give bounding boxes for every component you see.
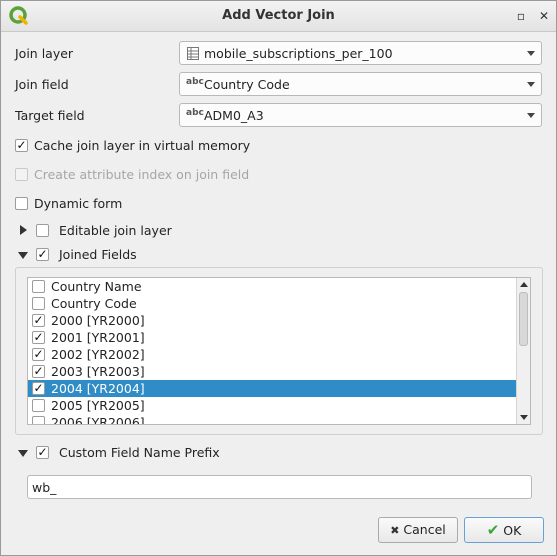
list-item[interactable]: Country Name xyxy=(28,278,518,295)
join-layer-value: mobile_subscriptions_per_100 xyxy=(204,46,393,61)
list-item-checkbox[interactable] xyxy=(32,399,45,412)
list-item-label: 2005 [YR2005] xyxy=(51,398,145,413)
editable-join-label: Editable join layer xyxy=(59,223,172,238)
joined-fields-checkbox[interactable]: ✓ xyxy=(36,248,49,261)
cancel-button[interactable]: ✖ Cancel xyxy=(378,517,458,543)
custom-prefix-label: Custom Field Name Prefix xyxy=(59,445,220,460)
list-item-label: 2000 [YR2000] xyxy=(51,313,145,328)
join-field-value: Country Code xyxy=(204,77,290,92)
chevron-down-icon xyxy=(527,113,535,118)
list-item[interactable]: 2005 [YR2005] xyxy=(28,397,518,414)
list-item-checkbox[interactable] xyxy=(32,297,45,310)
scroll-down-icon[interactable] xyxy=(520,415,528,420)
maximize-icon[interactable]: ▫ xyxy=(512,7,530,25)
editable-join-checkbox[interactable] xyxy=(36,224,49,237)
target-field-label: Target field xyxy=(15,108,85,123)
join-layer-select[interactable]: mobile_subscriptions_per_100 xyxy=(179,41,542,65)
list-item-checkbox[interactable]: ✓ xyxy=(32,348,45,361)
list-item-checkbox[interactable]: ✓ xyxy=(32,314,45,327)
list-item-checkbox[interactable]: ✓ xyxy=(32,382,45,395)
prefix-input[interactable] xyxy=(27,475,532,499)
list-item-checkbox[interactable]: ✓ xyxy=(32,331,45,344)
list-item[interactable]: ✓ 2003 [YR2003] xyxy=(28,363,518,380)
list-scrollbar[interactable] xyxy=(516,278,530,424)
scroll-thumb[interactable] xyxy=(519,292,528,346)
list-item[interactable]: Country Code xyxy=(28,295,518,312)
ok-button-label: OK xyxy=(503,523,522,538)
add-vector-join-dialog: Add Vector Join ▫ ✕ Join layer mobile_su… xyxy=(0,0,557,556)
list-item[interactable]: ✓ 2000 [YR2000] xyxy=(28,312,518,329)
create-index-label: Create attribute index on join field xyxy=(34,167,250,182)
join-field-label: Join field xyxy=(15,77,69,92)
joined-fields-list[interactable]: Country Name Country Code ✓ 2000 [YR2000] ✓ 2… xyxy=(27,277,531,425)
expand-arrow-icon[interactable] xyxy=(20,225,27,235)
list-item-label: 2001 [YR2001] xyxy=(51,330,145,345)
ok-button[interactable]: ✔ OK xyxy=(464,517,544,543)
checkmark-icon: ✔ xyxy=(486,521,500,539)
list-item[interactable]: ✓ 2001 [YR2001] xyxy=(28,329,518,346)
list-item-label: 2006 [YR2006] xyxy=(51,415,145,425)
text-type-icon: abc xyxy=(186,77,204,87)
list-item-checkbox[interactable] xyxy=(32,280,45,293)
scroll-up-icon[interactable] xyxy=(520,282,528,287)
table-layer-icon xyxy=(187,47,199,60)
window-title: Add Vector Join xyxy=(222,8,335,23)
chevron-down-icon xyxy=(527,82,535,87)
text-type-icon: abc xyxy=(186,108,204,118)
join-layer-label: Join layer xyxy=(15,46,74,61)
list-item-checkbox[interactable] xyxy=(32,416,45,424)
list-item[interactable]: 2006 [YR2006] xyxy=(28,414,518,425)
cancel-x-icon: ✖ xyxy=(390,524,400,537)
join-field-select[interactable]: abc Country Code xyxy=(179,72,542,96)
cache-join-label: Cache join layer in virtual memory xyxy=(34,138,251,153)
collapse-arrow-icon[interactable] xyxy=(18,450,28,457)
list-item-label: 2002 [YR2002] xyxy=(51,347,145,362)
create-index-checkbox xyxy=(15,168,28,181)
list-item-label: Country Name xyxy=(51,279,142,294)
list-item-label: 2003 [YR2003] xyxy=(51,364,145,379)
close-icon[interactable]: ✕ xyxy=(535,7,553,25)
target-field-select[interactable]: abc ADM0_A3 xyxy=(179,103,542,127)
collapse-arrow-icon[interactable] xyxy=(18,252,28,259)
cancel-button-label: Cancel xyxy=(403,522,446,537)
dynamic-form-label: Dynamic form xyxy=(34,196,123,211)
list-item-label: Country Code xyxy=(51,296,137,311)
title-bar[interactable]: Add Vector Join ▫ ✕ xyxy=(1,1,556,32)
list-item-checkbox[interactable]: ✓ xyxy=(32,365,45,378)
joined-fields-label: Joined Fields xyxy=(59,247,137,262)
custom-prefix-checkbox[interactable]: ✓ xyxy=(36,446,49,459)
list-item[interactable]: ✓ 2004 [YR2004] xyxy=(28,380,518,397)
chevron-down-icon xyxy=(527,51,535,56)
target-field-value: ADM0_A3 xyxy=(204,108,264,123)
dynamic-form-checkbox[interactable] xyxy=(15,197,28,210)
cache-join-checkbox[interactable]: ✓ xyxy=(15,139,28,152)
list-item[interactable]: ✓ 2002 [YR2002] xyxy=(28,346,518,363)
list-item-label: 2004 [YR2004] xyxy=(51,381,145,396)
